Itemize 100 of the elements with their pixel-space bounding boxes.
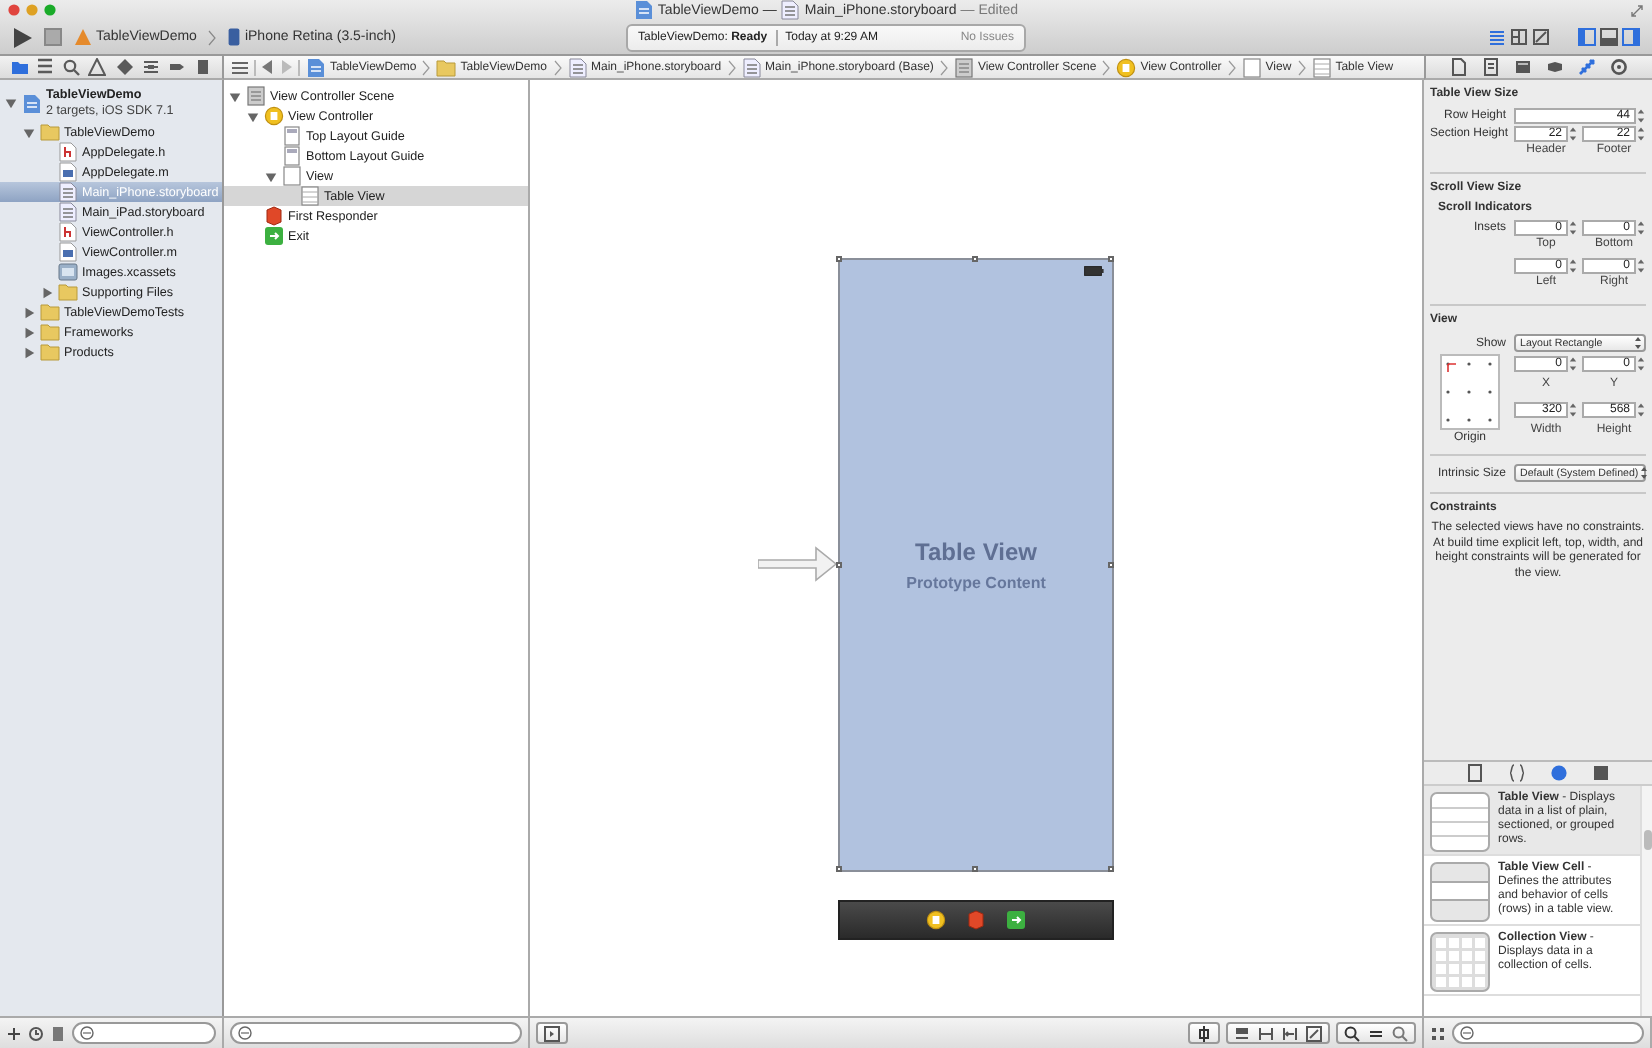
grid-view-button[interactable] [1430,1025,1446,1041]
resize-handle[interactable] [836,256,842,262]
scrollbar-thumb[interactable] [1644,830,1652,850]
view-controller-icon [264,106,284,126]
header-file-icon [58,222,78,242]
inspector-tab[interactable] [1610,58,1629,76]
panel-toggle-button[interactable] [1578,28,1596,47]
asset-catalog-icon [58,262,78,282]
disclosure-triangle[interactable] [228,89,242,103]
project-file-icon [22,93,42,113]
disclosure-triangle[interactable] [246,109,260,123]
inspector-tab[interactable] [1449,58,1468,76]
filter-icon [1460,1026,1474,1040]
filter-field[interactable] [72,1022,216,1044]
navigator-tab[interactable] [115,58,134,76]
zoom-out-icon [1344,1025,1360,1041]
resize-handle[interactable] [972,256,978,262]
resize-handle[interactable] [1108,561,1114,567]
zoom-button[interactable] [44,4,56,17]
right-panel-icon [1622,28,1640,47]
version-editor-icon [1532,28,1550,47]
navigator-tab[interactable] [88,58,107,76]
layout-guide-icon [282,146,302,166]
filter-field[interactable] [230,1022,522,1044]
library-tab[interactable] [1466,764,1484,782]
navigator-tab[interactable] [193,58,212,76]
scene-icon [246,86,266,106]
storyboard-file-icon [58,202,78,222]
chevron-icon [208,29,217,46]
resize-handle[interactable] [1108,866,1114,872]
library-tab[interactable] [1592,764,1610,782]
table-thumbnail [1430,792,1490,852]
fullscreen-icon[interactable] [1630,3,1644,18]
navigator-tab[interactable] [62,58,81,76]
navigator-tab[interactable] [141,58,160,76]
chevron-icon [727,59,736,75]
inspector-tab[interactable] [1513,58,1532,76]
stop-icon [44,28,62,47]
disclosure-triangle[interactable] [22,345,36,359]
back-button[interactable] [262,60,274,74]
folder-icon [40,122,60,142]
navigator-tab[interactable] [36,58,55,76]
search-icon [62,58,81,76]
spacing-icon [1258,1025,1274,1041]
recent-filter-button[interactable] [28,1025,44,1041]
left-panel-icon [1578,28,1596,47]
disclosure-triangle[interactable] [22,305,36,319]
panel-toggle-button[interactable] [1622,28,1640,47]
file-icon [1449,58,1468,76]
resize-handle[interactable] [972,866,978,872]
chevron-icon [1102,59,1111,75]
disclosure-triangle[interactable] [40,285,54,299]
disclosure-triangle[interactable] [264,169,278,183]
zoom-in-icon [1392,1025,1408,1041]
bottom-panel-icon [1600,28,1618,47]
editor-mode-button[interactable] [1488,28,1506,47]
phone-icon [228,28,241,47]
clock-icon [28,1025,44,1041]
updown-arrows-icon [1634,336,1642,350]
view-controller-icon [926,910,946,930]
header-file-icon [58,142,78,162]
canvas-tool-button[interactable] [1188,1022,1220,1044]
updown-arrows-icon [1640,466,1649,480]
close-button[interactable] [8,4,20,17]
editor-mode-button[interactable] [1510,28,1528,47]
disclosure-triangle[interactable] [22,325,36,339]
source-file-icon [58,162,78,182]
panel-toggle-button[interactable] [1600,28,1618,47]
inspector-tab[interactable] [1578,58,1597,76]
resize-handle[interactable] [1108,256,1114,262]
run-button[interactable] [12,27,32,48]
chevron-icon [939,59,948,75]
file-icon [1466,764,1484,782]
scene-icon [953,57,974,77]
related-items-button[interactable] [232,59,248,75]
navigator-tab[interactable] [10,58,29,76]
editor-mode-button[interactable] [1532,28,1550,47]
library-tab[interactable] [1550,764,1568,782]
canvas-tool-button[interactable] [536,1022,568,1044]
inspector-tab[interactable] [1481,58,1500,76]
attributes-icon [1513,58,1532,76]
resize-handle[interactable] [836,561,842,567]
identity-icon [1481,58,1500,76]
library-tab[interactable] [1508,764,1526,782]
inspector-tab[interactable] [1546,58,1565,76]
filter-field[interactable] [1452,1022,1644,1044]
storyboard-file-icon [567,57,587,77]
standard-editor-icon [1488,28,1506,47]
add-button[interactable] [6,1025,22,1041]
disclosure-triangle[interactable] [4,96,18,110]
exit-icon [1006,910,1026,930]
table-view-icon [300,186,320,206]
braces-icon [1508,764,1526,782]
scm-filter-button[interactable] [50,1025,66,1041]
resize-handle[interactable] [836,866,842,872]
resolve-icon [1282,1025,1298,1041]
outline-toggle-icon [544,1025,560,1041]
disclosure-triangle[interactable] [22,125,36,139]
first-responder-icon [966,910,986,930]
navigator-tab[interactable] [167,58,186,76]
